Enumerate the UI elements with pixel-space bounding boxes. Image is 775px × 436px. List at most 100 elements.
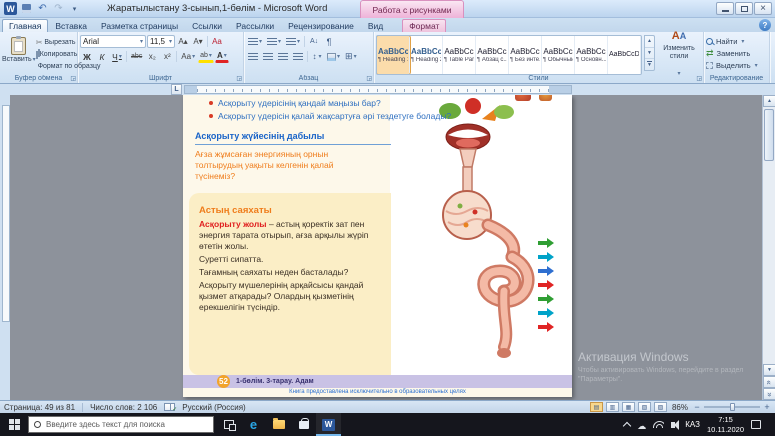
web-view-icon[interactable]: ▦ — [622, 402, 635, 412]
line-spacing-button[interactable] — [310, 50, 324, 63]
store-button[interactable] — [291, 413, 316, 436]
zoom-slider[interactable] — [704, 406, 760, 408]
paste-button[interactable]: Вставить — [2, 35, 36, 71]
word-taskbar-button[interactable] — [316, 413, 341, 436]
proofing-icon[interactable] — [164, 403, 175, 411]
page-indicator[interactable]: Страница: 49 из 81 — [4, 403, 75, 412]
qat-dropdown-icon[interactable] — [68, 3, 81, 15]
format-painter-button[interactable]: Формат по образцу — [36, 61, 75, 71]
text-highlight-button[interactable] — [198, 50, 214, 63]
start-button[interactable] — [0, 413, 28, 436]
zoom-in-icon[interactable]: + — [763, 402, 771, 412]
volume-icon[interactable] — [671, 422, 675, 428]
change-styles-button[interactable]: Изменить стили — [657, 35, 701, 71]
show-marks-button[interactable] — [322, 35, 336, 48]
fullscreen-view-icon[interactable]: ▥ — [606, 402, 619, 412]
shading-button[interactable] — [325, 50, 342, 63]
onedrive-icon[interactable] — [637, 416, 646, 434]
save-icon[interactable] — [20, 3, 33, 15]
clock[interactable]: 7:15 10.11.2020 — [707, 415, 744, 434]
close-button[interactable] — [754, 2, 772, 15]
style-chip[interactable]: AaBbCc¶ Основн... — [575, 36, 608, 74]
font-dialog-launcher[interactable] — [236, 76, 242, 82]
scrollbar-thumb[interactable] — [764, 109, 774, 161]
vertical-scrollbar[interactable] — [762, 95, 775, 400]
copy-button[interactable]: Копировать — [36, 50, 75, 60]
bold-button[interactable]: Ж — [80, 50, 94, 63]
align-right-button[interactable] — [276, 50, 290, 63]
tab-review[interactable]: Рецензирование — [281, 19, 361, 32]
outline-view-icon[interactable]: ▧ — [638, 402, 651, 412]
borders-button[interactable] — [343, 50, 359, 63]
zoom-level[interactable]: 86% — [672, 403, 688, 412]
undo-icon[interactable] — [36, 3, 49, 15]
style-chip[interactable]: AaBbCc¶ Без инте... — [509, 36, 542, 74]
justify-button[interactable] — [291, 50, 305, 63]
underline-button[interactable]: Ч — [110, 50, 124, 63]
tab-format[interactable]: Формат — [402, 19, 446, 32]
restore-button[interactable] — [735, 2, 753, 15]
shrink-font-button[interactable] — [191, 35, 205, 48]
network-icon[interactable] — [653, 421, 664, 428]
subscript-button[interactable] — [145, 50, 159, 63]
vertical-ruler[interactable] — [0, 95, 10, 400]
next-page-icon[interactable] — [763, 388, 775, 400]
italic-button[interactable]: К — [95, 50, 109, 63]
font-color-button[interactable] — [215, 50, 229, 63]
language-badge[interactable]: КАЗ — [685, 420, 700, 429]
print-layout-view-icon[interactable]: ▤ — [590, 402, 603, 412]
styles-dialog-launcher[interactable] — [696, 76, 702, 82]
font-size-combo[interactable]: 11,5 — [147, 35, 175, 48]
edge-button[interactable] — [241, 413, 266, 436]
align-left-button[interactable] — [246, 50, 260, 63]
help-icon[interactable] — [759, 19, 771, 31]
minimize-button[interactable] — [716, 2, 734, 15]
bullets-button[interactable] — [246, 35, 264, 48]
replace-button[interactable]: Заменить — [706, 48, 767, 58]
tab-insert[interactable]: Вставка — [48, 19, 94, 32]
zoom-out-icon[interactable]: − — [693, 402, 701, 412]
file-explorer-button[interactable] — [266, 413, 291, 436]
paragraph-dialog-launcher[interactable] — [366, 76, 372, 82]
word-app-icon[interactable] — [4, 2, 17, 15]
style-chip[interactable]: AaBbCc¶ Heading 2 — [410, 36, 443, 74]
numbering-button[interactable] — [265, 35, 283, 48]
document-page[interactable]: Асқорыту үдерісінің қандай маңызы бар? А… — [183, 95, 572, 397]
language-indicator[interactable]: Русский (Россия) — [182, 403, 245, 412]
taskbar-search[interactable]: Введите здесь текст для поиска — [28, 416, 214, 433]
align-center-button[interactable] — [261, 50, 275, 63]
zoom-slider-thumb[interactable] — [730, 403, 735, 411]
sort-button[interactable] — [307, 35, 321, 48]
clipboard-dialog-launcher[interactable] — [70, 76, 76, 82]
tab-view[interactable]: Вид — [361, 19, 390, 32]
grow-font-button[interactable] — [176, 35, 190, 48]
gallery-down-icon[interactable] — [645, 48, 654, 60]
style-chip[interactable]: AaBbCc¶ Heading 1 — [377, 36, 410, 74]
horizontal-ruler[interactable] — [184, 85, 572, 94]
select-button[interactable]: Выделить — [706, 61, 767, 71]
action-center-icon[interactable] — [751, 420, 761, 429]
strikethrough-button[interactable] — [129, 50, 144, 63]
style-chip[interactable]: AaBbCc¶ Обычный — [542, 36, 575, 74]
task-view-button[interactable] — [216, 413, 241, 436]
gallery-up-icon[interactable] — [645, 36, 654, 48]
hidden-icons-caret-icon[interactable] — [623, 421, 631, 429]
redo-icon[interactable] — [52, 3, 65, 15]
tab-selector[interactable] — [171, 84, 182, 95]
scroll-up-icon[interactable] — [763, 95, 775, 107]
tab-home[interactable]: Главная — [2, 19, 48, 32]
word-count[interactable]: Число слов: 2 106 — [90, 403, 157, 412]
find-button[interactable]: Найти — [706, 36, 767, 46]
style-chip[interactable]: AaBbCc¶ Table Par... — [443, 36, 476, 74]
tab-references[interactable]: Ссылки — [185, 19, 229, 32]
font-family-combo[interactable]: Arial — [80, 35, 146, 48]
tab-mailings[interactable]: Рассылки — [229, 19, 281, 32]
style-chip[interactable]: AaBbCcDdE — [608, 36, 641, 74]
clear-formatting-button[interactable] — [210, 35, 224, 48]
tab-page-layout[interactable]: Разметка страницы — [94, 19, 185, 32]
superscript-button[interactable] — [160, 50, 174, 63]
multilevel-list-button[interactable] — [284, 35, 302, 48]
previous-page-icon[interactable] — [763, 376, 775, 388]
gallery-more-icon[interactable] — [645, 59, 654, 70]
cut-button[interactable]: Вырезать — [36, 38, 75, 48]
